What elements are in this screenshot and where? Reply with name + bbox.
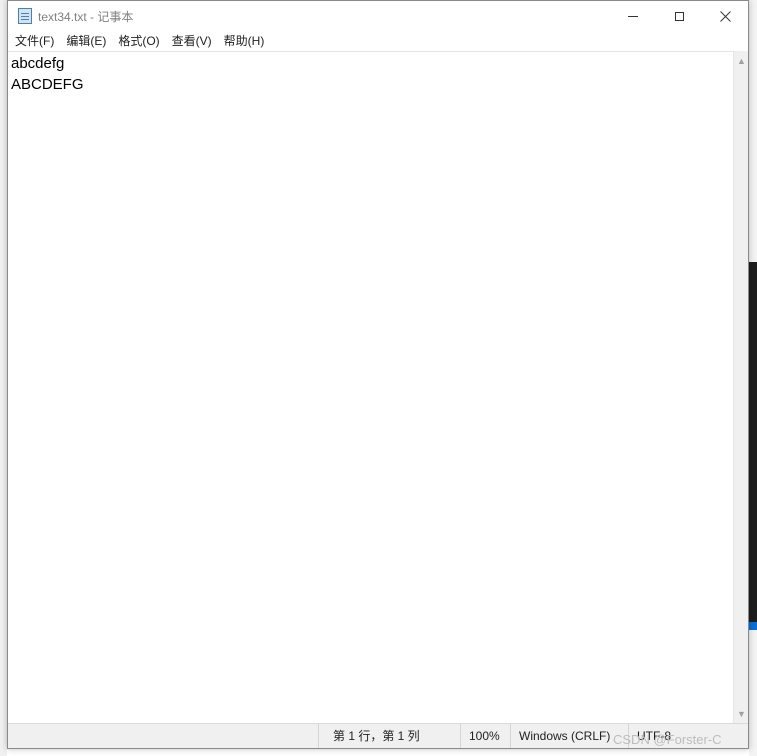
- minimize-button[interactable]: [610, 1, 656, 31]
- text-editor[interactable]: abcdefg ABCDEFG: [8, 51, 733, 724]
- scroll-down-icon[interactable]: ▼: [734, 706, 749, 721]
- window-title: text34.txt - 记事本: [38, 10, 134, 24]
- background-dark-panel: [749, 262, 757, 624]
- menu-help[interactable]: 帮助(H): [218, 31, 271, 51]
- menu-bar: 文件(F) 编辑(E) 格式(O) 查看(V) 帮助(H): [8, 31, 749, 51]
- zoom-level: 100%: [460, 724, 510, 748]
- line-ending: Windows (CRLF): [510, 724, 628, 748]
- menu-edit[interactable]: 编辑(E): [60, 31, 112, 51]
- menu-format[interactable]: 格式(O): [112, 31, 165, 51]
- maximize-icon: [674, 11, 684, 21]
- close-icon: [719, 10, 731, 22]
- cursor-position: 第 1 行，第 1 列: [318, 724, 460, 748]
- scroll-up-icon[interactable]: ▲: [734, 53, 749, 68]
- background-window-left: [0, 0, 7, 756]
- notepad-icon: [18, 8, 32, 24]
- editor-line-2: ABCDEFG: [11, 76, 84, 93]
- title-bar[interactable]: text34.txt - 记事本: [8, 1, 748, 31]
- close-button[interactable]: [702, 1, 748, 31]
- menu-file[interactable]: 文件(F): [9, 31, 60, 51]
- watermark: CSDN @Forster-C: [613, 732, 722, 747]
- vertical-scrollbar[interactable]: ▲ ▼: [733, 51, 748, 723]
- notepad-window: text34.txt - 记事本 文件(F) 编辑(E) 格式(O) 查看(V)…: [7, 0, 749, 749]
- minimize-icon: [628, 15, 638, 17]
- maximize-button[interactable]: [656, 1, 702, 31]
- menu-view[interactable]: 查看(V): [166, 31, 218, 51]
- editor-line-1: abcdefg: [11, 55, 65, 72]
- background-blue-bar: [749, 622, 757, 630]
